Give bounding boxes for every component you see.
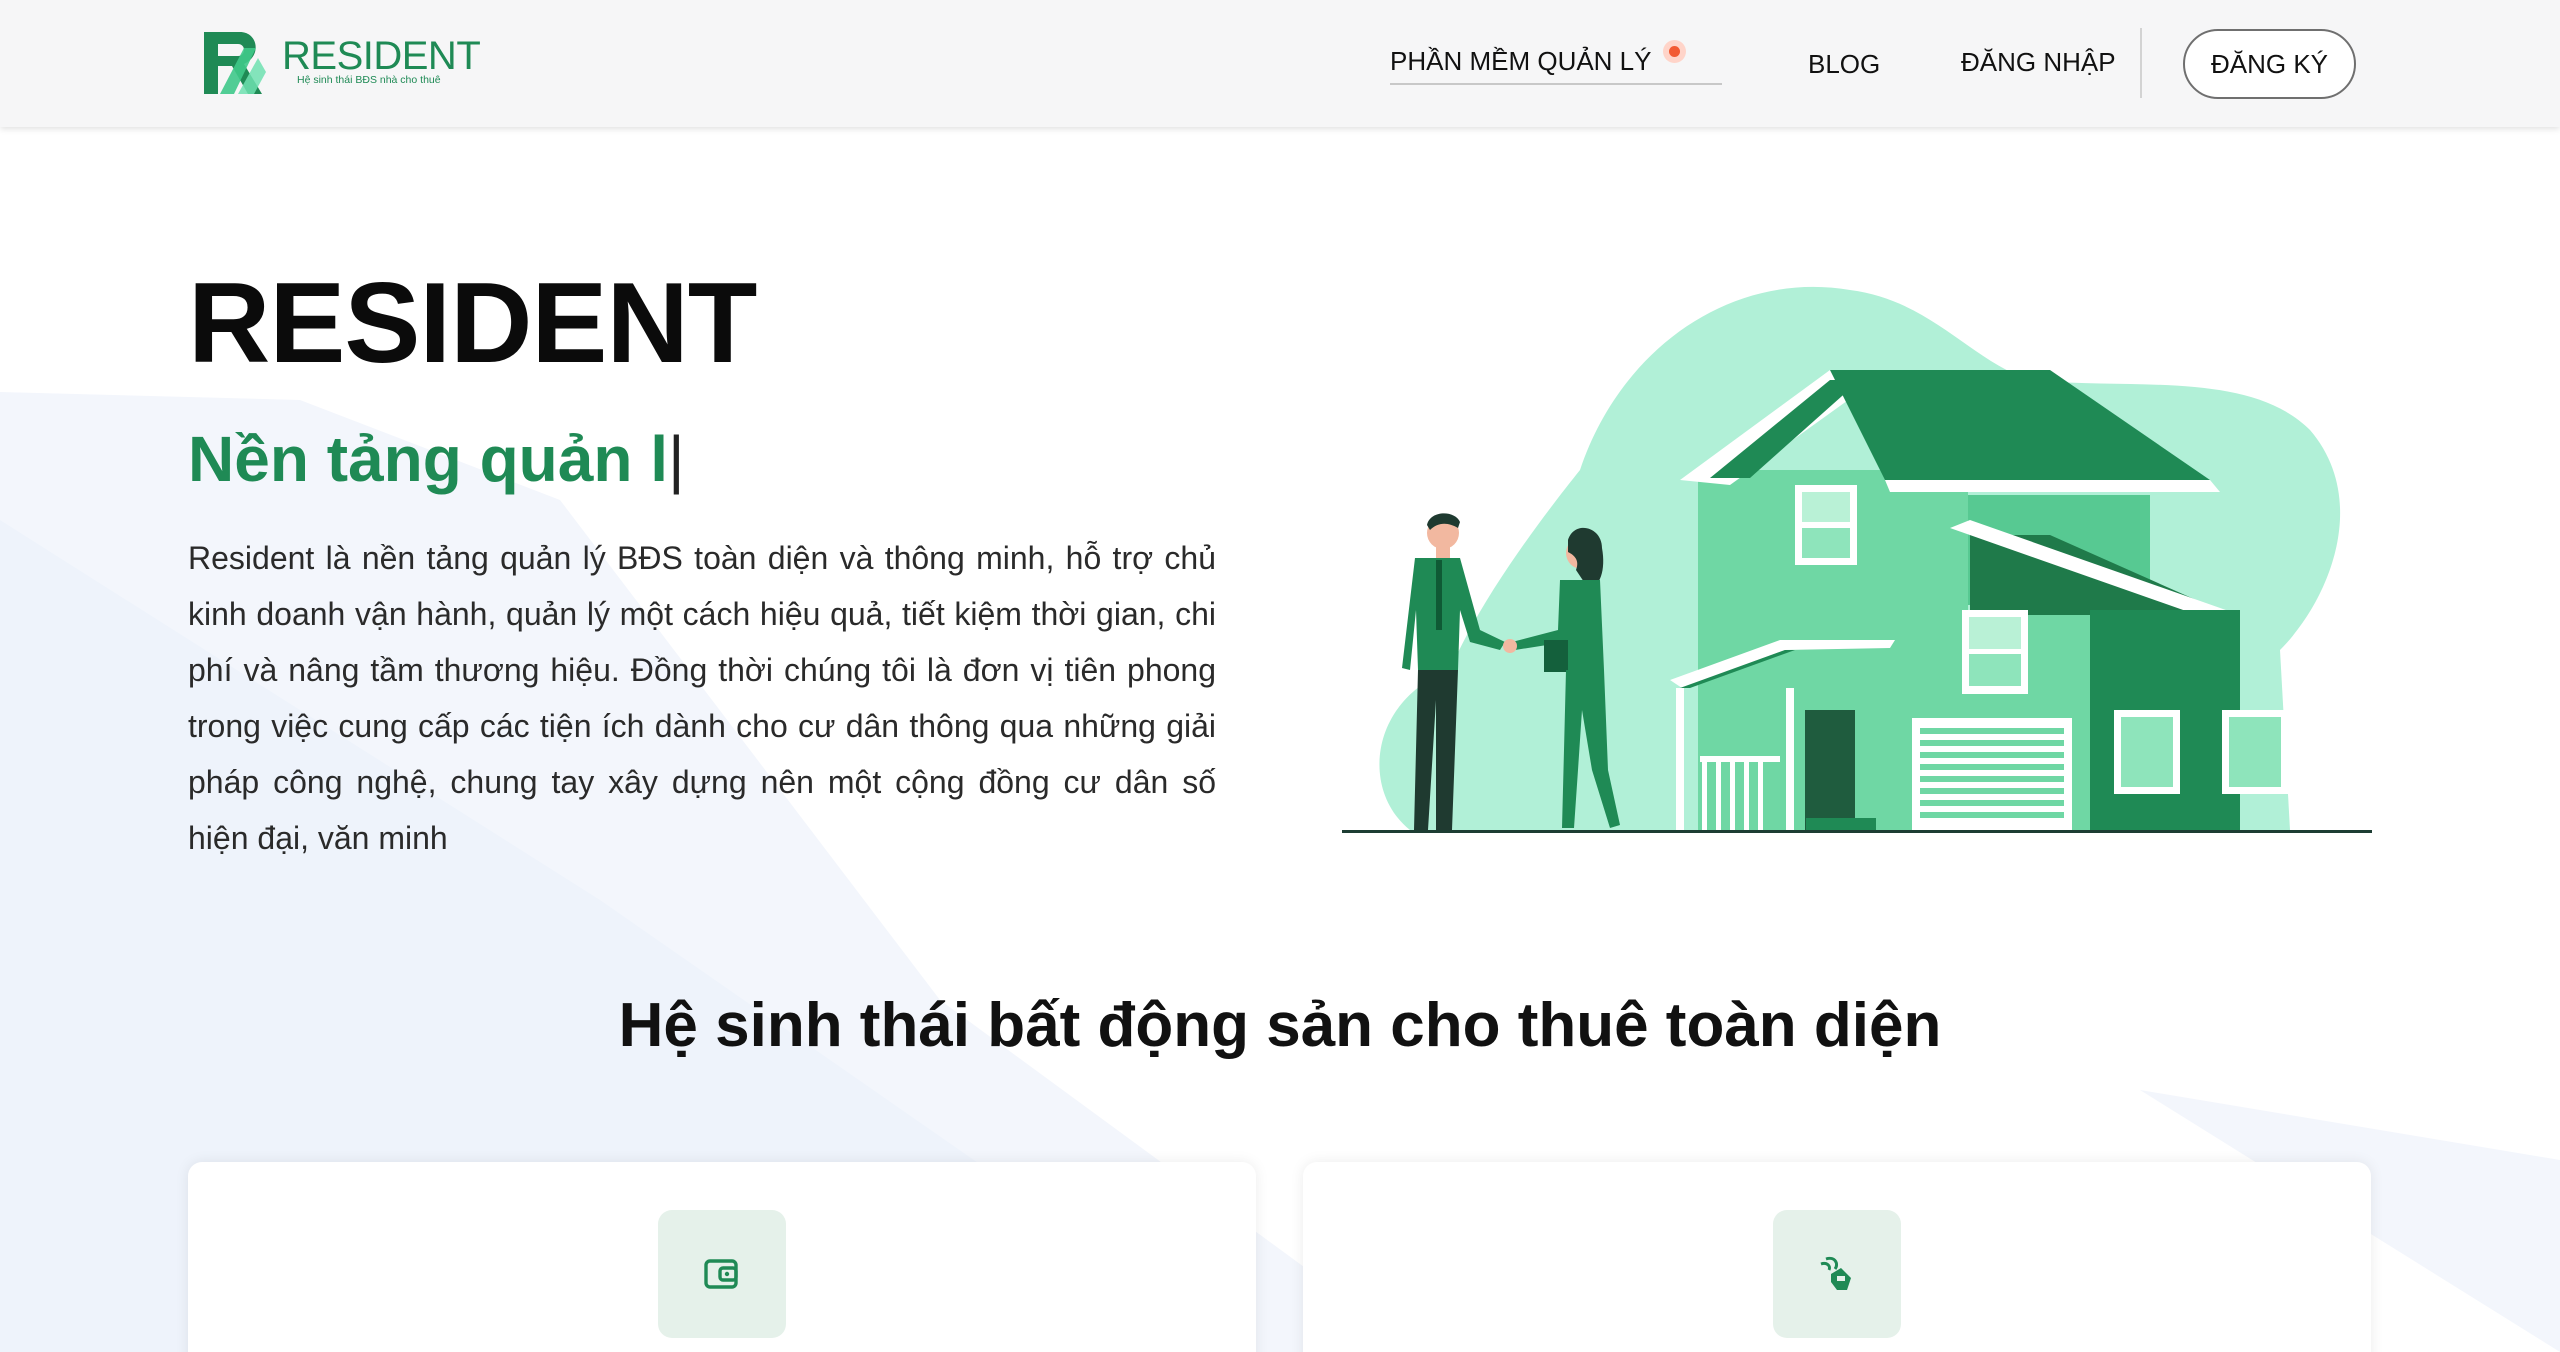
contactless-payment-icon xyxy=(1820,1256,1851,1290)
feature-card-icon-box xyxy=(1773,1210,1901,1338)
section-title: Hệ sinh thái bất động sản cho thuê toàn … xyxy=(618,991,1942,1060)
brand-logo[interactable]: RESIDENT Hệ sinh thái BĐS nhà cho thuê xyxy=(200,28,481,98)
brand-tagline: Hệ sinh thái BĐS nhà cho thuê xyxy=(297,74,441,86)
typing-cursor: | xyxy=(668,423,685,495)
house-handshake-illustration xyxy=(1342,286,2372,833)
notification-dot-icon xyxy=(1663,40,1686,63)
wallet-icon xyxy=(704,1259,738,1289)
typed-text: Nền tảng quản l xyxy=(188,423,668,495)
nav-login-link[interactable]: ĐĂNG NHẬP xyxy=(1961,47,2116,78)
hero-typed-subtitle: Nền tảng quản l| xyxy=(188,422,685,496)
logo-mark-icon xyxy=(204,32,266,94)
nav-divider xyxy=(2140,28,2142,98)
feature-card-icon-box xyxy=(658,1210,786,1338)
hero-title: RESIDENT xyxy=(188,260,757,387)
site-header: RESIDENT Hệ sinh thái BĐS nhà cho thuê P… xyxy=(0,0,2560,127)
feature-card[interactable] xyxy=(188,1162,1256,1352)
feature-card[interactable] xyxy=(1303,1162,2371,1352)
signup-button[interactable]: ĐĂNG KÝ xyxy=(2183,29,2356,99)
nav-blog-link[interactable]: BLOG xyxy=(1808,49,1880,80)
brand-name: RESIDENT xyxy=(282,34,481,78)
hero-description: Resident là nền tảng quản lý BĐS toàn di… xyxy=(188,540,1216,856)
